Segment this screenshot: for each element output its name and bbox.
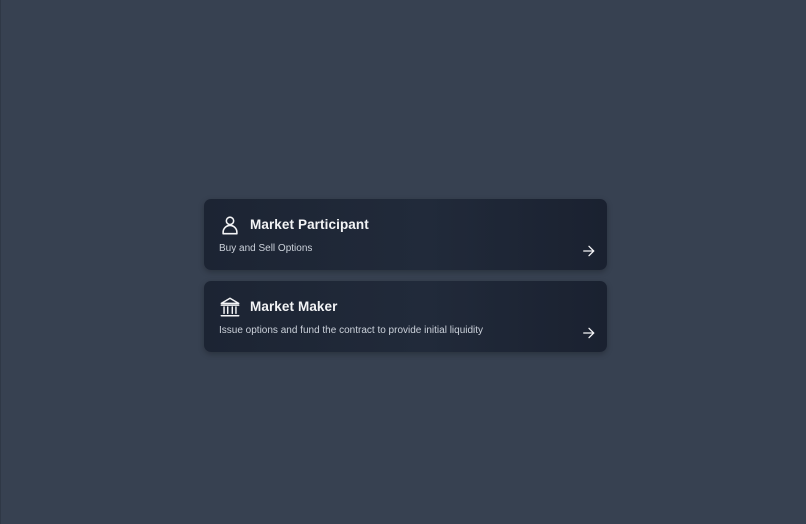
market-participant-title: Market Participant — [250, 217, 369, 232]
arrow-right-icon[interactable] — [582, 244, 596, 258]
market-maker-card[interactable]: Market Maker Issue options and fund the … — [204, 281, 607, 352]
arrow-right-icon[interactable] — [582, 326, 596, 340]
market-maker-title: Market Maker — [250, 299, 338, 314]
user-icon — [222, 216, 238, 235]
market-participant-description: Buy and Sell Options — [219, 243, 313, 254]
bank-icon — [220, 297, 240, 317]
market-participant-card[interactable]: Market Participant Buy and Sell Options — [204, 199, 607, 270]
market-maker-description: Issue options and fund the contract to p… — [219, 325, 484, 336]
role-selection-list: Market Participant Buy and Sell Options … — [204, 199, 607, 363]
page: { "roles": [ { "title": "Market Particip… — [0, 0, 806, 524]
